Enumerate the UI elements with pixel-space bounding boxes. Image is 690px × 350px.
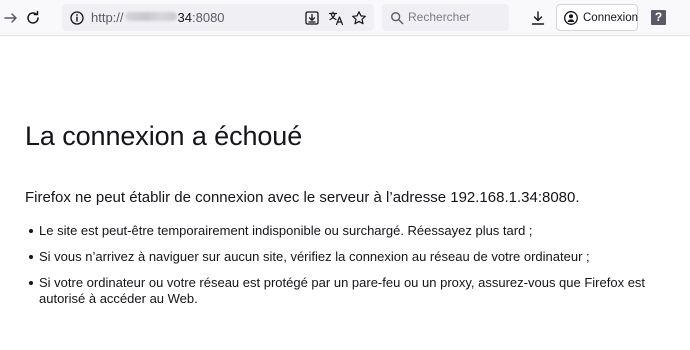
suggestion-list: Le site est peut-être temporairement ind… (25, 223, 675, 307)
account-button[interactable]: Connexion (556, 4, 638, 31)
url-bar[interactable]: http:// 34:8080 (62, 4, 374, 31)
translate-icon[interactable] (325, 7, 347, 29)
url-text[interactable]: http:// 34:8080 (91, 9, 225, 26)
url-scheme: http:// (91, 10, 124, 25)
forward-icon[interactable] (0, 7, 22, 29)
url-host: 34 (177, 10, 192, 25)
bookmark-star-icon[interactable] (348, 7, 370, 29)
suggestion-item: Si vous n’arrivez à naviguer sur aucun s… (25, 249, 675, 269)
search-bar[interactable]: Rechercher (382, 4, 509, 31)
url-redacted-host (124, 12, 177, 21)
search-icon (386, 7, 408, 29)
download-icon[interactable] (527, 7, 549, 29)
save-page-icon[interactable] (301, 7, 323, 29)
suggestion-item: Le site est peut-être temporairement ind… (25, 223, 675, 243)
search-input[interactable]: Rechercher (408, 10, 470, 25)
help-icon[interactable]: ? (651, 10, 666, 25)
error-message: Firefox ne peut établir de connexion ave… (25, 189, 580, 206)
reload-icon[interactable] (22, 7, 44, 29)
account-button-label: Connexion (583, 12, 638, 24)
suggestion-item: Si votre ordinateur ou votre réseau est … (25, 275, 675, 307)
browser-toolbar: http://34:8080 Rechercher Connexion ? (0, 0, 690, 36)
info-icon[interactable] (66, 7, 88, 29)
url-port: :8080 (192, 10, 225, 25)
account-icon (560, 7, 582, 29)
error-title: La connexion a échoué (25, 121, 303, 151)
